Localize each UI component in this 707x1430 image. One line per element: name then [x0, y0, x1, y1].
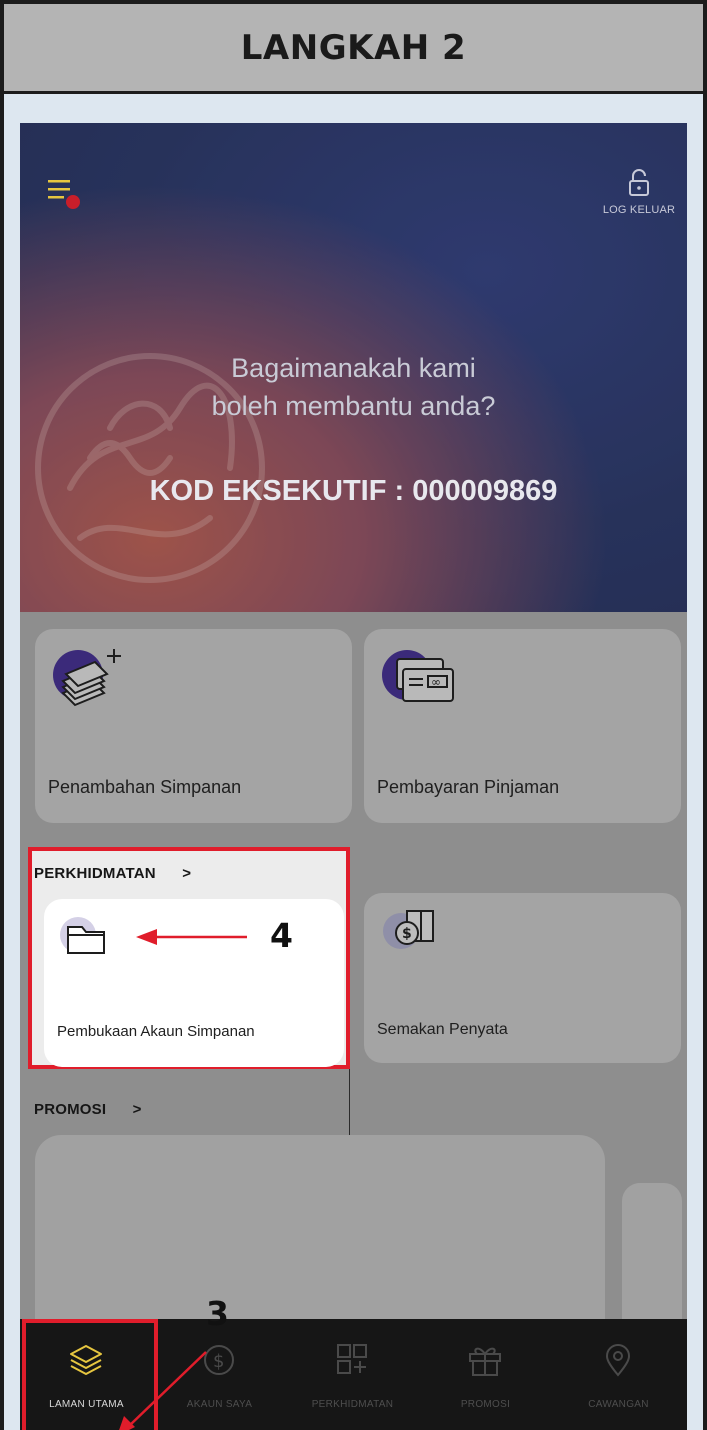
annotation-number-4: 4 — [270, 916, 293, 955]
annotation-number-3: 3 — [206, 1294, 229, 1333]
instruction-frame: LANGKAH 2 LOG KELUAR Bagaimanakah kami b… — [0, 0, 707, 1430]
annotation-arrows — [119, 929, 247, 1430]
